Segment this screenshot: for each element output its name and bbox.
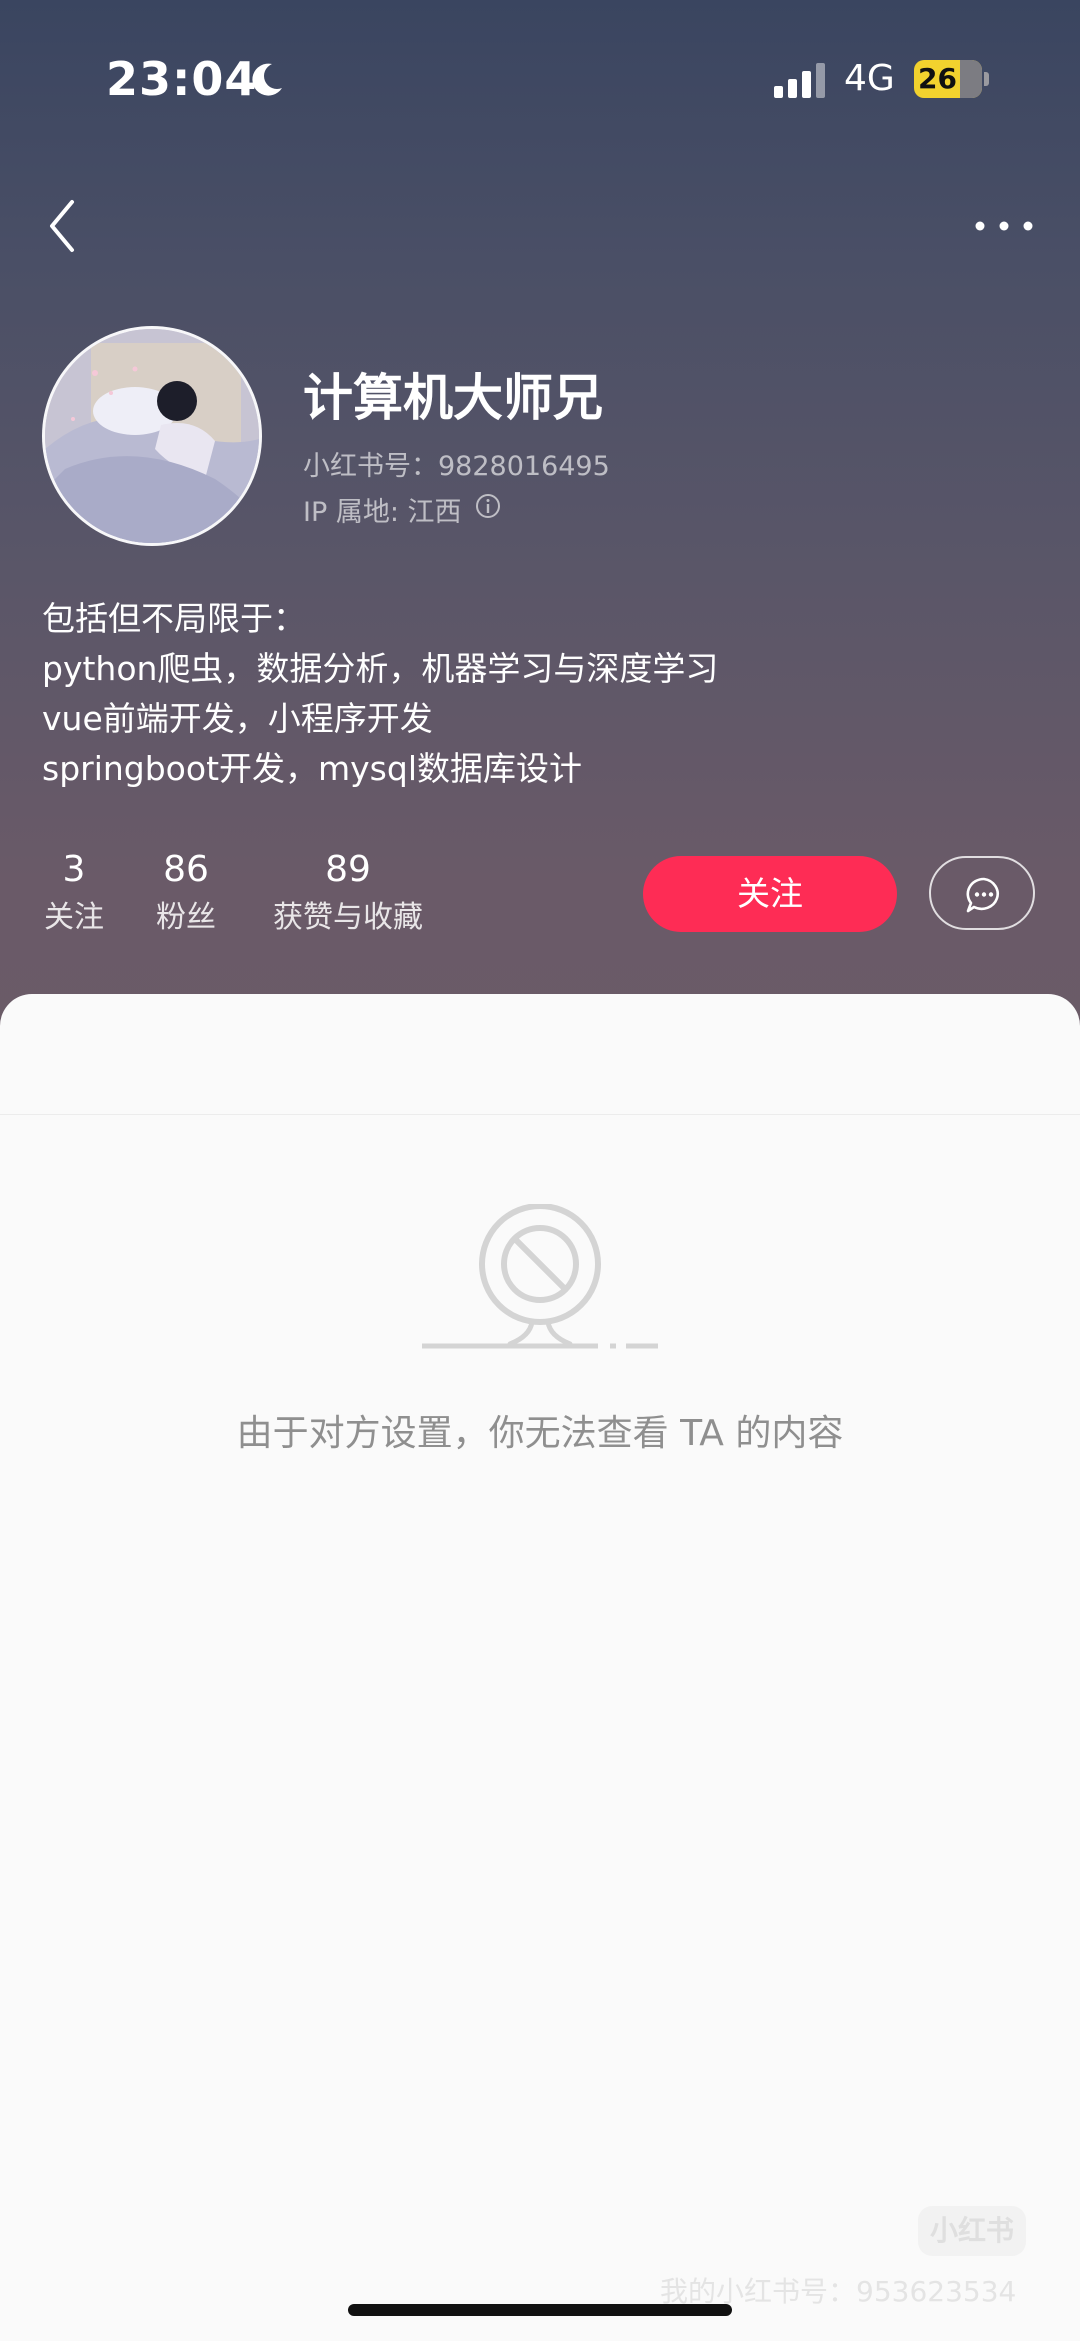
chat-bubble-icon [966, 877, 999, 913]
stat-likes-collects[interactable]: 89 获赞与收藏 [268, 846, 428, 942]
bio-line: python爬虫，数据分析，机器学习与深度学习 [42, 649, 719, 688]
bio-line: 包括但不局限于： [42, 599, 306, 638]
stat-count: 89 [325, 849, 371, 890]
home-indicator[interactable] [348, 2304, 732, 2316]
divider [0, 1114, 1080, 1115]
stat-count: 3 [62, 849, 86, 890]
empty-state-message: 由于对方设置，你无法查看 TA 的内容 [236, 1413, 844, 1454]
battery-level: 26 [918, 62, 957, 95]
stat-label: 粉丝 [156, 900, 216, 935]
profile-id: 小红书号：9828016495 [303, 451, 610, 482]
watermark-logo: 小红书 [918, 2206, 1026, 2256]
status-time: 23:04 [106, 52, 258, 106]
follow-button[interactable]: 关注 [643, 856, 897, 932]
profile-header-background: 23:04 4G 26 计算机大师兄 小红书号：9828016495 IP 属地… [0, 0, 1080, 1040]
battery-indicator: 26 [914, 60, 990, 98]
info-icon[interactable] [474, 492, 502, 520]
stat-label: 关注 [44, 900, 104, 935]
network-type: 4G [844, 58, 895, 99]
stat-label: 获赞与收藏 [273, 900, 423, 935]
ip-location: IP 属地: 江西 [303, 497, 462, 528]
blocked-content-icon [422, 1204, 658, 1349]
bio-line: springboot开发，mysql数据库设计 [42, 749, 582, 788]
profile-page: 23:04 4G 26 计算机大师兄 小红书号：9828016495 IP 属地… [0, 0, 1080, 2341]
back-icon[interactable] [42, 196, 90, 256]
profile-name: 计算机大师兄 [303, 369, 603, 427]
stat-followers[interactable]: 86 粉丝 [154, 846, 218, 942]
bio-line: vue前端开发，小程序开发 [42, 699, 433, 738]
stat-following[interactable]: 3 关注 [42, 846, 106, 942]
stat-count: 86 [163, 849, 209, 890]
profile-bio: 包括但不局限于： python爬虫，数据分析，机器学习与深度学习 vue前端开发… [42, 594, 1042, 794]
message-button[interactable] [929, 856, 1035, 930]
signal-icon [774, 63, 825, 98]
moon-icon [252, 63, 282, 96]
avatar[interactable] [42, 326, 262, 546]
more-dots-icon[interactable] [972, 206, 1036, 246]
content-area: 由于对方设置，你无法查看 TA 的内容 [0, 994, 1080, 2341]
